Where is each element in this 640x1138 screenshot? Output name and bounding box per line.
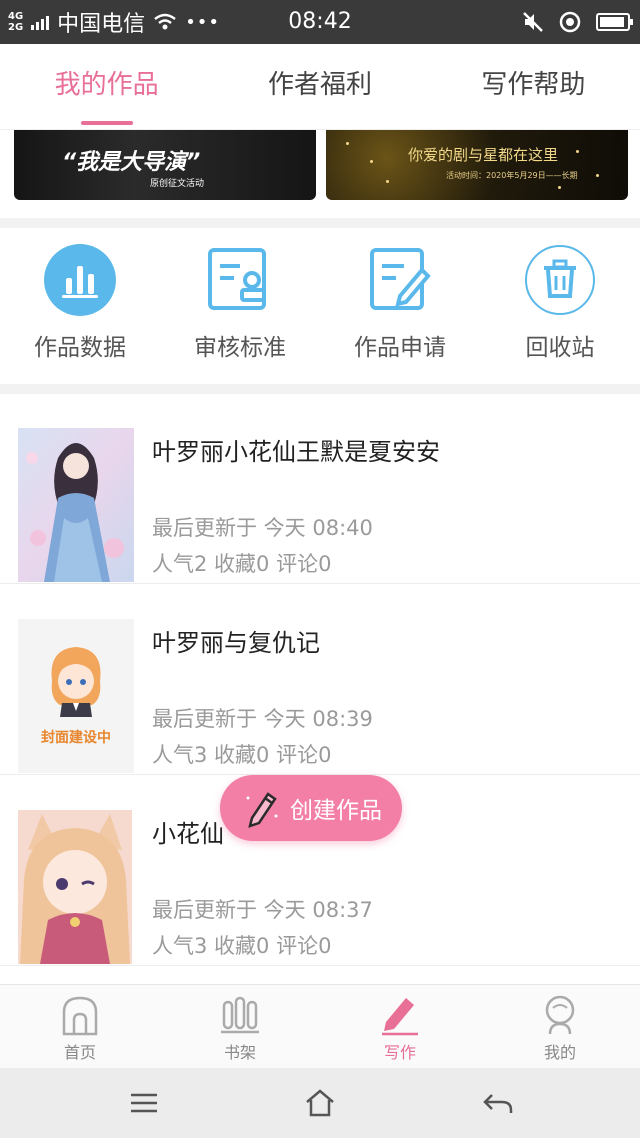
list-item[interactable]: 叶罗丽小花仙王默是夏安安 最后更新于 今天 08:40 人气2 收藏0 评论0 xyxy=(0,394,640,584)
tab-my-works[interactable]: 我的作品 xyxy=(0,44,213,129)
home-icon xyxy=(58,993,102,1037)
edit-document-icon xyxy=(364,244,436,316)
work-title: 叶罗丽与复仇记 xyxy=(152,629,320,657)
nav-label: 首页 xyxy=(63,1043,96,1062)
quick-action-review-standard[interactable]: 审核标准 xyxy=(160,244,320,362)
bar-chart-icon xyxy=(44,244,116,316)
create-work-label: 创建作品 xyxy=(290,798,382,824)
quick-action-work-application[interactable]: 作品申请 xyxy=(320,244,480,362)
anime-girl-cover xyxy=(18,428,134,582)
nav-label: 写作 xyxy=(383,1043,416,1062)
quick-action-label: 回收站 xyxy=(525,335,595,361)
nav-profile[interactable]: 我的 xyxy=(480,985,640,1068)
work-stats: 人气3 收藏0 评论0 xyxy=(152,934,332,958)
status-right xyxy=(522,0,633,44)
quick-action-label: 作品数据 xyxy=(34,335,126,361)
work-updated: 最后更新于 今天 08:40 xyxy=(152,516,373,540)
banner-stars-drama[interactable]: 你爱的剧与星都在这里 活动时间：2020年5月29日——长期 xyxy=(326,130,628,200)
banner-row: “我是大导演” 原创征文活动 你爱的剧与星都在这里 活动时间：2020年5月29… xyxy=(0,130,640,218)
placeholder-cover: 封面建设中 xyxy=(18,619,134,773)
catgirl-cover xyxy=(18,810,132,964)
tab-writing-help[interactable]: 写作帮助 xyxy=(427,44,640,129)
list-item[interactable]: 封面建设中 叶罗丽与复仇记 最后更新于 今天 08:39 人气3 收藏0 评论0 xyxy=(0,585,640,775)
nav-bookshelf[interactable]: 书架 xyxy=(160,985,320,1068)
quick-action-label: 审核标准 xyxy=(194,335,286,361)
review-standard-icon xyxy=(204,244,276,316)
work-updated: 最后更新于 今天 08:37 xyxy=(152,898,373,922)
banner-headline: 你爱的剧与星都在这里 xyxy=(408,146,559,164)
banner-director-contest[interactable]: “我是大导演” 原创征文活动 xyxy=(14,130,316,200)
work-title: 叶罗丽小花仙王默是夏安安 xyxy=(152,438,440,466)
banner-headline: “我是大导演” xyxy=(62,150,201,175)
quick-action-work-data[interactable]: 作品数据 xyxy=(0,244,160,362)
menu-icon xyxy=(131,1093,157,1113)
back-icon xyxy=(483,1094,513,1113)
quick-action-label: 作品申请 xyxy=(354,335,446,361)
works-list: 叶罗丽小花仙王默是夏安安 最后更新于 今天 08:40 人气2 收藏0 评论0 … xyxy=(0,394,640,984)
profile-icon xyxy=(538,993,582,1037)
home-button[interactable] xyxy=(302,1086,338,1120)
top-tabs: 我的作品 作者福利 写作帮助 xyxy=(0,44,640,130)
banner-subtitle: 活动时间：2020年5月29日——长期 xyxy=(446,171,578,180)
status-bar: 4G 2G 中国电信 ••• 08:42 xyxy=(0,0,640,44)
work-title: 小花仙 xyxy=(152,820,224,848)
banner-subtitle: 原创征文活动 xyxy=(150,179,205,189)
battery-icon xyxy=(596,13,633,31)
work-updated: 最后更新于 今天 08:39 xyxy=(152,707,373,731)
back-button[interactable] xyxy=(480,1086,516,1120)
section-divider xyxy=(0,384,640,394)
menu-button[interactable] xyxy=(126,1086,162,1120)
system-nav-bar xyxy=(0,1068,640,1138)
work-stats: 人气3 收藏0 评论0 xyxy=(152,743,332,767)
nav-label: 我的 xyxy=(543,1043,576,1062)
location-icon xyxy=(559,11,581,33)
tab-author-benefits[interactable]: 作者福利 xyxy=(213,44,426,129)
trash-icon xyxy=(524,244,596,316)
section-divider xyxy=(0,218,640,228)
work-stats: 人气2 收藏0 评论0 xyxy=(152,552,332,576)
quick-actions: 作品数据 审核标准 作品申请 回收站 xyxy=(0,228,640,384)
nav-label: 书架 xyxy=(223,1043,256,1062)
mute-icon xyxy=(523,12,543,32)
bottom-nav: 首页 书架 写作 我的 xyxy=(0,984,640,1068)
quick-action-recycle-bin[interactable]: 回收站 xyxy=(480,244,640,362)
cover-placeholder-label: 封面建设中 xyxy=(41,730,111,746)
pencil-icon xyxy=(246,792,278,828)
nav-home[interactable]: 首页 xyxy=(0,985,160,1068)
home-outline-icon xyxy=(306,1089,334,1117)
bookshelf-icon xyxy=(218,993,262,1037)
create-work-button[interactable]: 创建作品 xyxy=(220,775,402,841)
write-icon xyxy=(378,993,422,1037)
nav-write[interactable]: 写作 xyxy=(320,985,480,1068)
